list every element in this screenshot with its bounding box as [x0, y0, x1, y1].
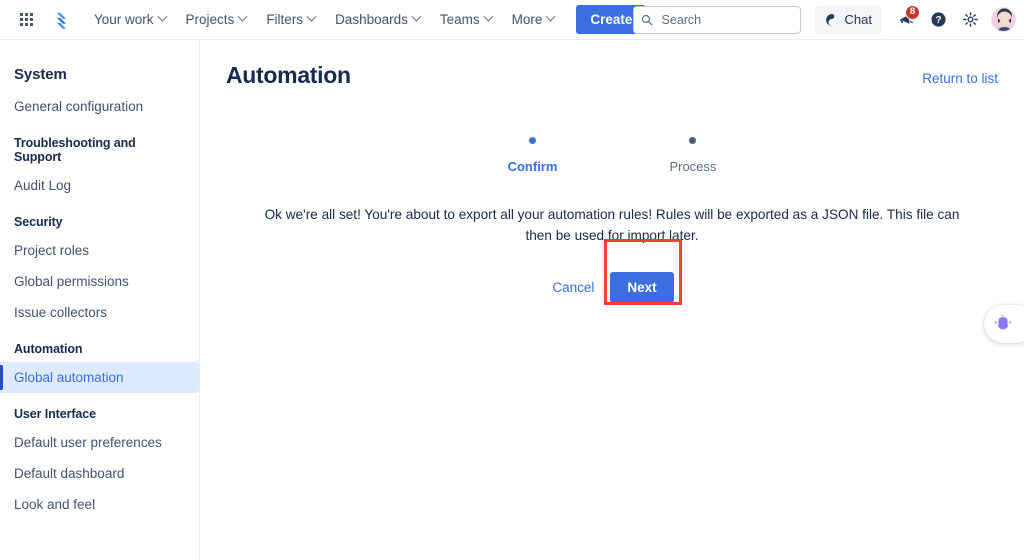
- sidebar-item-global-automation[interactable]: Global automation: [0, 362, 199, 393]
- step-process[interactable]: Process: [669, 137, 716, 174]
- nav-item-teams[interactable]: Teams: [432, 6, 500, 33]
- nav-right-group: Chat 8 ?: [632, 0, 1016, 40]
- help-question-icon: ?: [930, 12, 946, 27]
- cancel-link[interactable]: Cancel: [550, 276, 596, 299]
- jira-logo-svg: [56, 12, 67, 29]
- sidebar-heading-security: Security: [14, 215, 63, 229]
- chevron-down-icon: [306, 11, 317, 22]
- search-input[interactable]: [632, 5, 801, 34]
- nav-left-group: Your work Projects Filters Dashboards Te…: [0, 0, 647, 40]
- sidebar-heading-system: System: [14, 66, 67, 83]
- nav-item-more[interactable]: More: [504, 6, 563, 33]
- help-button[interactable]: ?: [923, 5, 953, 35]
- sidebar-item-default-dashboard[interactable]: Default dashboard: [0, 458, 199, 489]
- chat-label: Chat: [844, 12, 872, 27]
- nav-item-label: Dashboards: [335, 12, 408, 27]
- page-title: Automation: [226, 62, 351, 88]
- step-dot-icon: [689, 137, 697, 144]
- nav-menu-items: Your work Projects Filters Dashboards Te…: [84, 6, 564, 33]
- step-label: Confirm: [507, 159, 558, 174]
- nav-item-projects[interactable]: Projects: [178, 6, 255, 33]
- top-navigation-bar: Your work Projects Filters Dashboards Te…: [0, 0, 1024, 40]
- avatar[interactable]: [991, 7, 1016, 32]
- grid-dots-icon: [19, 13, 33, 26]
- chevron-down-icon: [411, 11, 422, 22]
- nav-item-label: Projects: [185, 12, 235, 27]
- step-label: Process: [669, 159, 717, 174]
- chat-button[interactable]: Chat: [814, 5, 882, 34]
- nav-item-filters[interactable]: Filters: [258, 6, 323, 33]
- step-dot-icon: [529, 137, 537, 144]
- return-to-list-link[interactable]: Return to list: [922, 71, 998, 86]
- sidebar-item-global-permissions[interactable]: Global permissions: [0, 266, 199, 297]
- export-description-text: Ok we're all set! You're about to export…: [264, 207, 960, 243]
- ai-assistant-icon: [993, 314, 1013, 330]
- chevron-down-icon: [157, 11, 167, 22]
- sidebar-item-issue-collectors[interactable]: Issue collectors: [0, 297, 199, 328]
- nav-item-label: Filters: [266, 12, 304, 27]
- chevron-down-icon: [237, 11, 248, 22]
- step-confirm[interactable]: Confirm: [507, 137, 558, 174]
- chevron-down-icon: [483, 11, 494, 22]
- svg-text:?: ?: [935, 15, 941, 26]
- nav-item-your-work[interactable]: Your work: [86, 6, 174, 33]
- main-header: Automation Return to list: [200, 40, 1024, 89]
- nav-item-label: Your work: [94, 12, 154, 27]
- wizard-actions: Cancel Next: [200, 272, 1024, 303]
- app-switcher-button[interactable]: [12, 6, 40, 34]
- settings-button[interactable]: [955, 5, 985, 35]
- chat-icon: [825, 13, 838, 26]
- settings-gear-icon: [962, 12, 978, 27]
- sidebar-item-look-and-feel[interactable]: Look and feel: [0, 489, 199, 520]
- wizard-stepper: Confirm Process: [200, 137, 1024, 174]
- search-box[interactable]: [632, 5, 801, 34]
- nav-item-label: More: [511, 12, 543, 27]
- ai-assistant-widget[interactable]: [984, 305, 1024, 343]
- chevron-down-icon: [545, 11, 556, 22]
- notifications-button[interactable]: 8: [891, 4, 921, 35]
- sidebar-item-project-roles[interactable]: Project roles: [0, 235, 199, 266]
- avatar-image: [992, 8, 1015, 31]
- nav-item-label: Teams: [439, 12, 480, 27]
- sidebar-item-audit-log[interactable]: Audit Log: [0, 170, 199, 201]
- sidebar-heading-automation: Automation: [14, 342, 83, 356]
- nav-item-dashboards[interactable]: Dashboards: [327, 6, 428, 33]
- sidebar-heading-user-interface: User Interface: [14, 407, 96, 421]
- next-button[interactable]: Next: [610, 272, 674, 303]
- notification-badge: 8: [905, 4, 920, 20]
- sidebar-item-default-user-preferences[interactable]: Default user preferences: [0, 427, 199, 458]
- settings-sidebar: System General configuration Troubleshoo…: [0, 40, 200, 560]
- sidebar-item-general-configuration[interactable]: General configuration: [0, 91, 199, 122]
- sidebar-heading-troubleshooting: Troubleshooting and Support: [14, 136, 136, 164]
- jira-logo-icon[interactable]: [46, 6, 72, 34]
- main-content: Automation Return to list Confirm Proces…: [200, 40, 1024, 560]
